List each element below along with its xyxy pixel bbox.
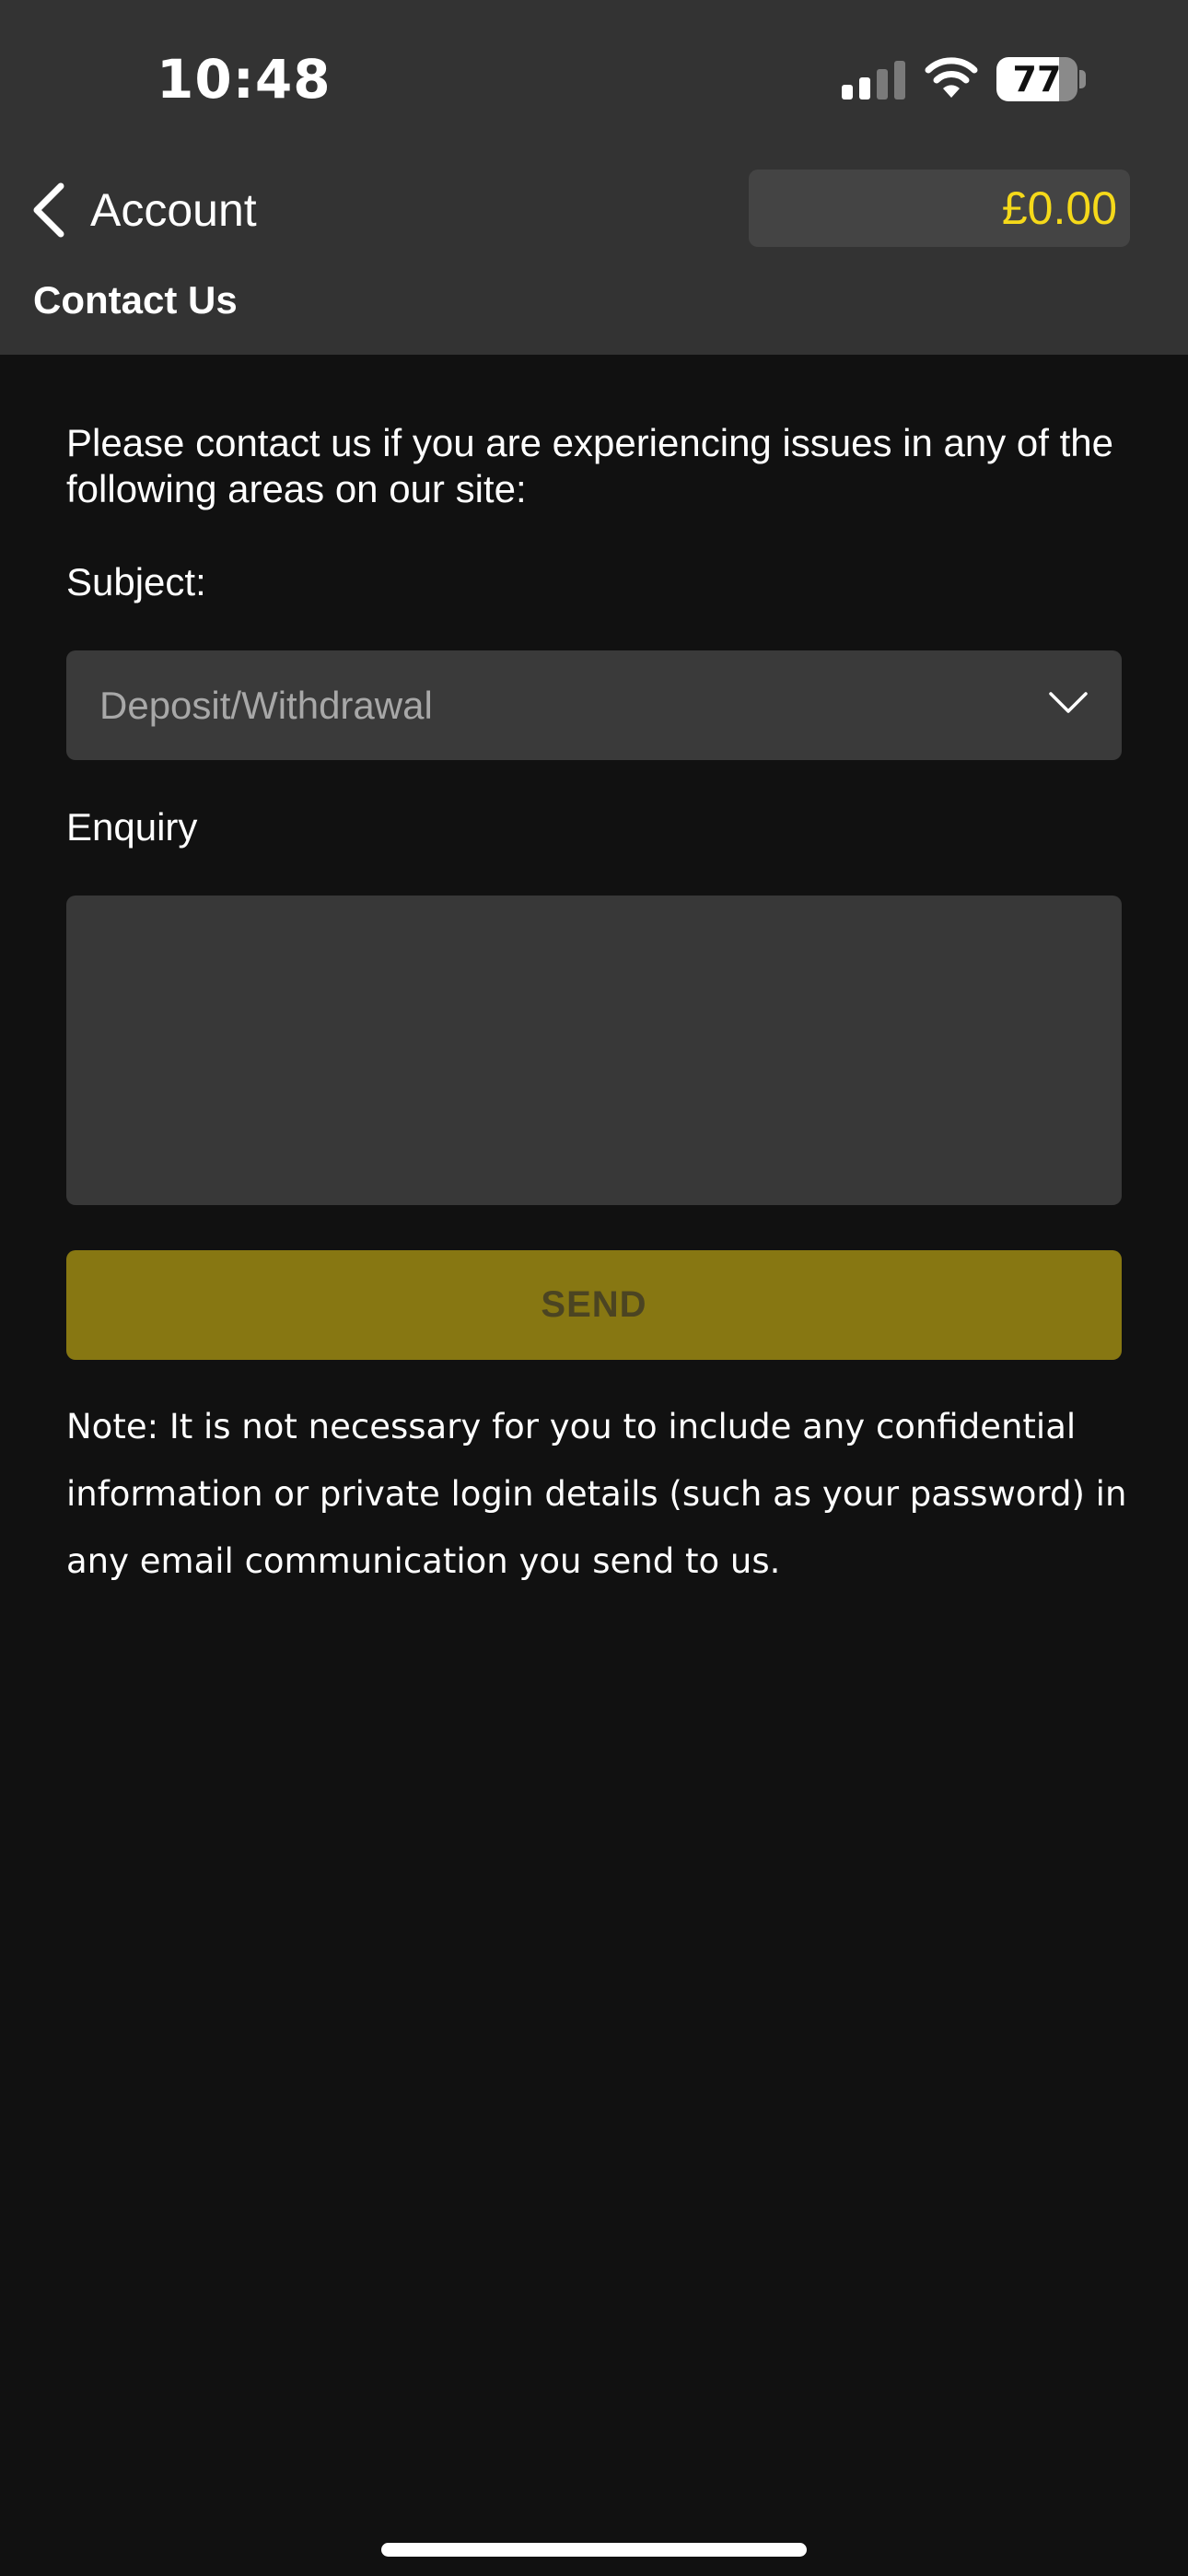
enquiry-label: Enquiry [66,805,198,849]
cellular-signal-icon [842,61,906,100]
signal-bar [877,69,888,100]
battery-tip [1079,70,1086,88]
send-button[interactable]: SEND [66,1250,1122,1360]
page-title: Contact Us [33,278,238,322]
battery-percentage: 77 [1012,59,1062,100]
subject-selected-value: Deposit/Withdrawal [99,683,433,727]
enquiry-textarea[interactable] [66,896,1122,1205]
send-label: SEND [541,1284,647,1325]
chevron-left-icon [33,182,64,238]
back-button[interactable]: Account [28,173,257,247]
back-label: Account [90,184,257,236]
balance-value: £0.00 [1001,182,1117,234]
signal-bar [842,85,853,100]
balance-box[interactable]: £0.00 [749,170,1130,247]
battery-icon: 77 [996,57,1077,101]
wifi-icon [925,57,978,98]
intro-text: Please contact us if you are experiencin… [66,421,1113,510]
subject-label: Subject: [66,560,206,603]
chevron-down-icon [1049,692,1088,713]
subject-select[interactable]: Deposit/Withdrawal [66,650,1122,760]
privacy-note: Note: It is not necessary for you to inc… [66,1407,1127,1581]
home-indicator[interactable] [381,2543,807,2557]
signal-bar [859,77,870,100]
app-header: 10:48 77 Account £0.00 Contact Us [0,0,1188,355]
status-time: 10:48 [157,48,332,111]
signal-bar [894,61,905,100]
